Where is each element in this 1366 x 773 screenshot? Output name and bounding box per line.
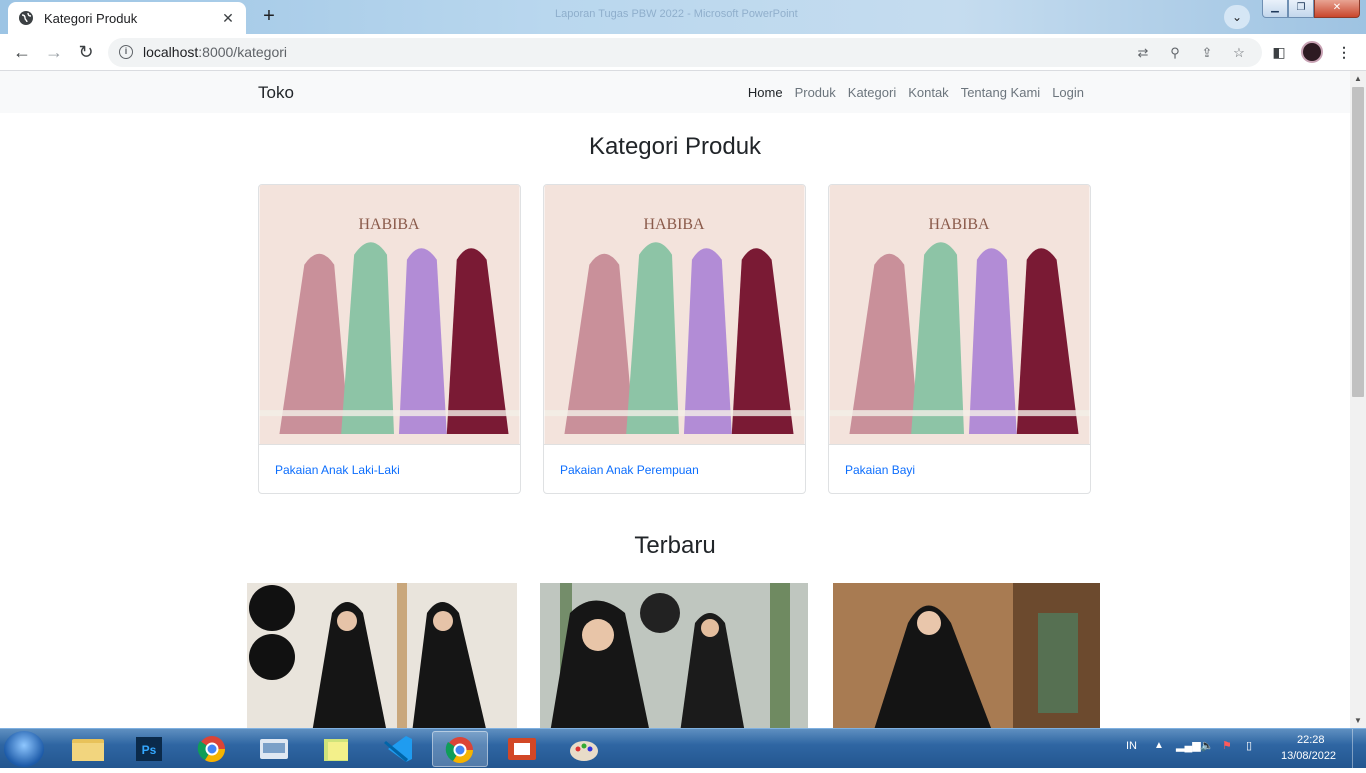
translate-icon[interactable]: ⇄ [1134,44,1152,62]
taskbar-powerpoint-icon[interactable] [494,731,550,767]
taskbar-photoshop-icon[interactable]: Ps [122,731,178,767]
category-image[interactable]: HABIBA [544,185,805,445]
terbaru-heading: Terbaru [634,532,716,559]
back-icon[interactable]: ← [10,41,34,65]
taskbar-chrome-icon[interactable] [184,731,240,767]
category-image[interactable]: HABIBA [259,185,520,445]
volume-icon[interactable]: 🔈 [1200,739,1214,752]
svg-text:Ps: Ps [142,743,157,757]
language-indicator[interactable]: IN [1126,740,1137,752]
category-link[interactable]: Pakaian Anak Laki-Laki [275,463,400,477]
nav-login[interactable]: Login [1052,85,1084,100]
power-icon[interactable]: ▯ [1246,739,1252,752]
tab-title: Kategori Produk [44,10,138,26]
avatar[interactable] [1301,41,1323,63]
side-panel-icon[interactable]: ◧ [1269,42,1289,62]
clock-date[interactable]: 13/08/2022 [1281,750,1336,762]
info-icon[interactable]: i [119,45,133,59]
svg-text:HABIBA: HABIBA [643,216,705,233]
category-link[interactable]: Pakaian Bayi [845,463,915,477]
taskbar-chrome-active-icon[interactable] [432,731,488,767]
reload-icon[interactable]: ↻ [74,41,98,65]
bookmark-star-icon[interactable]: ☆ [1230,44,1248,62]
taskbar-paint-icon[interactable] [556,731,612,767]
action-center-flag-icon[interactable]: ⚑ [1222,739,1232,752]
nav-links: Home Produk Kategori Kontak Tentang Kami… [748,85,1084,100]
tab-search-icon[interactable]: ⌄ [1224,5,1250,29]
window-title: Laporan Tugas PBW 2022 - Microsoft Power… [555,8,798,20]
page-scrollbar[interactable]: ▲ ▼ [1350,71,1366,728]
close-window-button[interactable]: ✕ [1314,0,1360,18]
scroll-up-icon[interactable]: ▲ [1354,74,1362,83]
zoom-icon[interactable]: ⚲ [1166,44,1184,62]
globe-icon [19,11,33,25]
menu-kebab-icon[interactable]: ⋮ [1334,42,1354,62]
minimize-button[interactable]: ▁ [1262,0,1288,18]
svg-text:HABIBA: HABIBA [928,216,990,233]
category-link[interactable]: Pakaian Anak Perempuan [560,463,699,477]
close-tab-icon[interactable]: ✕ [220,10,236,27]
network-signal-icon[interactable]: ▂▄▆ [1176,739,1201,752]
url-text[interactable]: localhost:8000/kategori [143,44,287,60]
category-image[interactable]: HABIBA [829,185,1090,445]
category-card[interactable]: HABIBA Pakaian Bayi [828,184,1091,494]
site-brand[interactable]: Toko [258,83,294,103]
scroll-down-icon[interactable]: ▼ [1354,716,1362,725]
category-card[interactable]: HABIBA Pakaian Anak Perempuan [543,184,806,494]
forward-icon[interactable]: → [42,41,66,65]
nav-home[interactable]: Home [748,85,783,100]
browser-toolbar: ← → ↻ i localhost:8000/kategori ⇄ ⚲ ⇪ ☆ … [0,34,1366,71]
taskbar-explorer-icon[interactable] [60,731,116,767]
browser-tab-strip: Kategori Produk ✕ + Laporan Tugas PBW 20… [0,0,1366,34]
product-image[interactable] [247,583,517,728]
svg-text:HABIBA: HABIBA [358,216,420,233]
show-desktop-button[interactable] [1352,729,1366,769]
product-image[interactable] [833,583,1100,728]
nav-produk[interactable]: Produk [795,85,836,100]
taskbar-vscode-icon[interactable] [370,731,426,767]
category-card[interactable]: HABIBA Pakaian Anak Laki-Laki [258,184,521,494]
nav-tentang-kami[interactable]: Tentang Kami [961,85,1041,100]
share-icon[interactable]: ⇪ [1198,44,1216,62]
nav-kategori[interactable]: Kategori [848,85,896,100]
taskbar-sticky-notes-icon[interactable] [308,731,364,767]
clock-time[interactable]: 22:28 [1297,734,1325,746]
taskbar-keyboard-icon[interactable] [246,731,302,767]
page-viewport: Toko Home Produk Kategori Kontak Tentang… [0,71,1350,728]
start-button[interactable] [4,731,44,767]
windows-taskbar: Ps IN ▲ ▂▄▆ 🔈 ⚑ ▯ 22:28 13/08/2022 [0,728,1366,769]
kategori-heading: Kategori Produk [588,133,762,160]
nav-kontak[interactable]: Kontak [908,85,948,100]
browser-tab[interactable]: Kategori Produk ✕ [8,2,246,34]
product-image[interactable] [540,583,808,728]
maximize-button[interactable]: ❐ [1288,0,1314,18]
site-navbar: Toko Home Produk Kategori Kontak Tentang… [0,71,1350,113]
tray-expand-icon[interactable]: ▲ [1154,740,1164,751]
scroll-thumb[interactable] [1352,87,1364,397]
address-bar[interactable]: i localhost:8000/kategori ⇄ ⚲ ⇪ ☆ [108,38,1262,67]
new-tab-button[interactable]: + [257,6,281,28]
